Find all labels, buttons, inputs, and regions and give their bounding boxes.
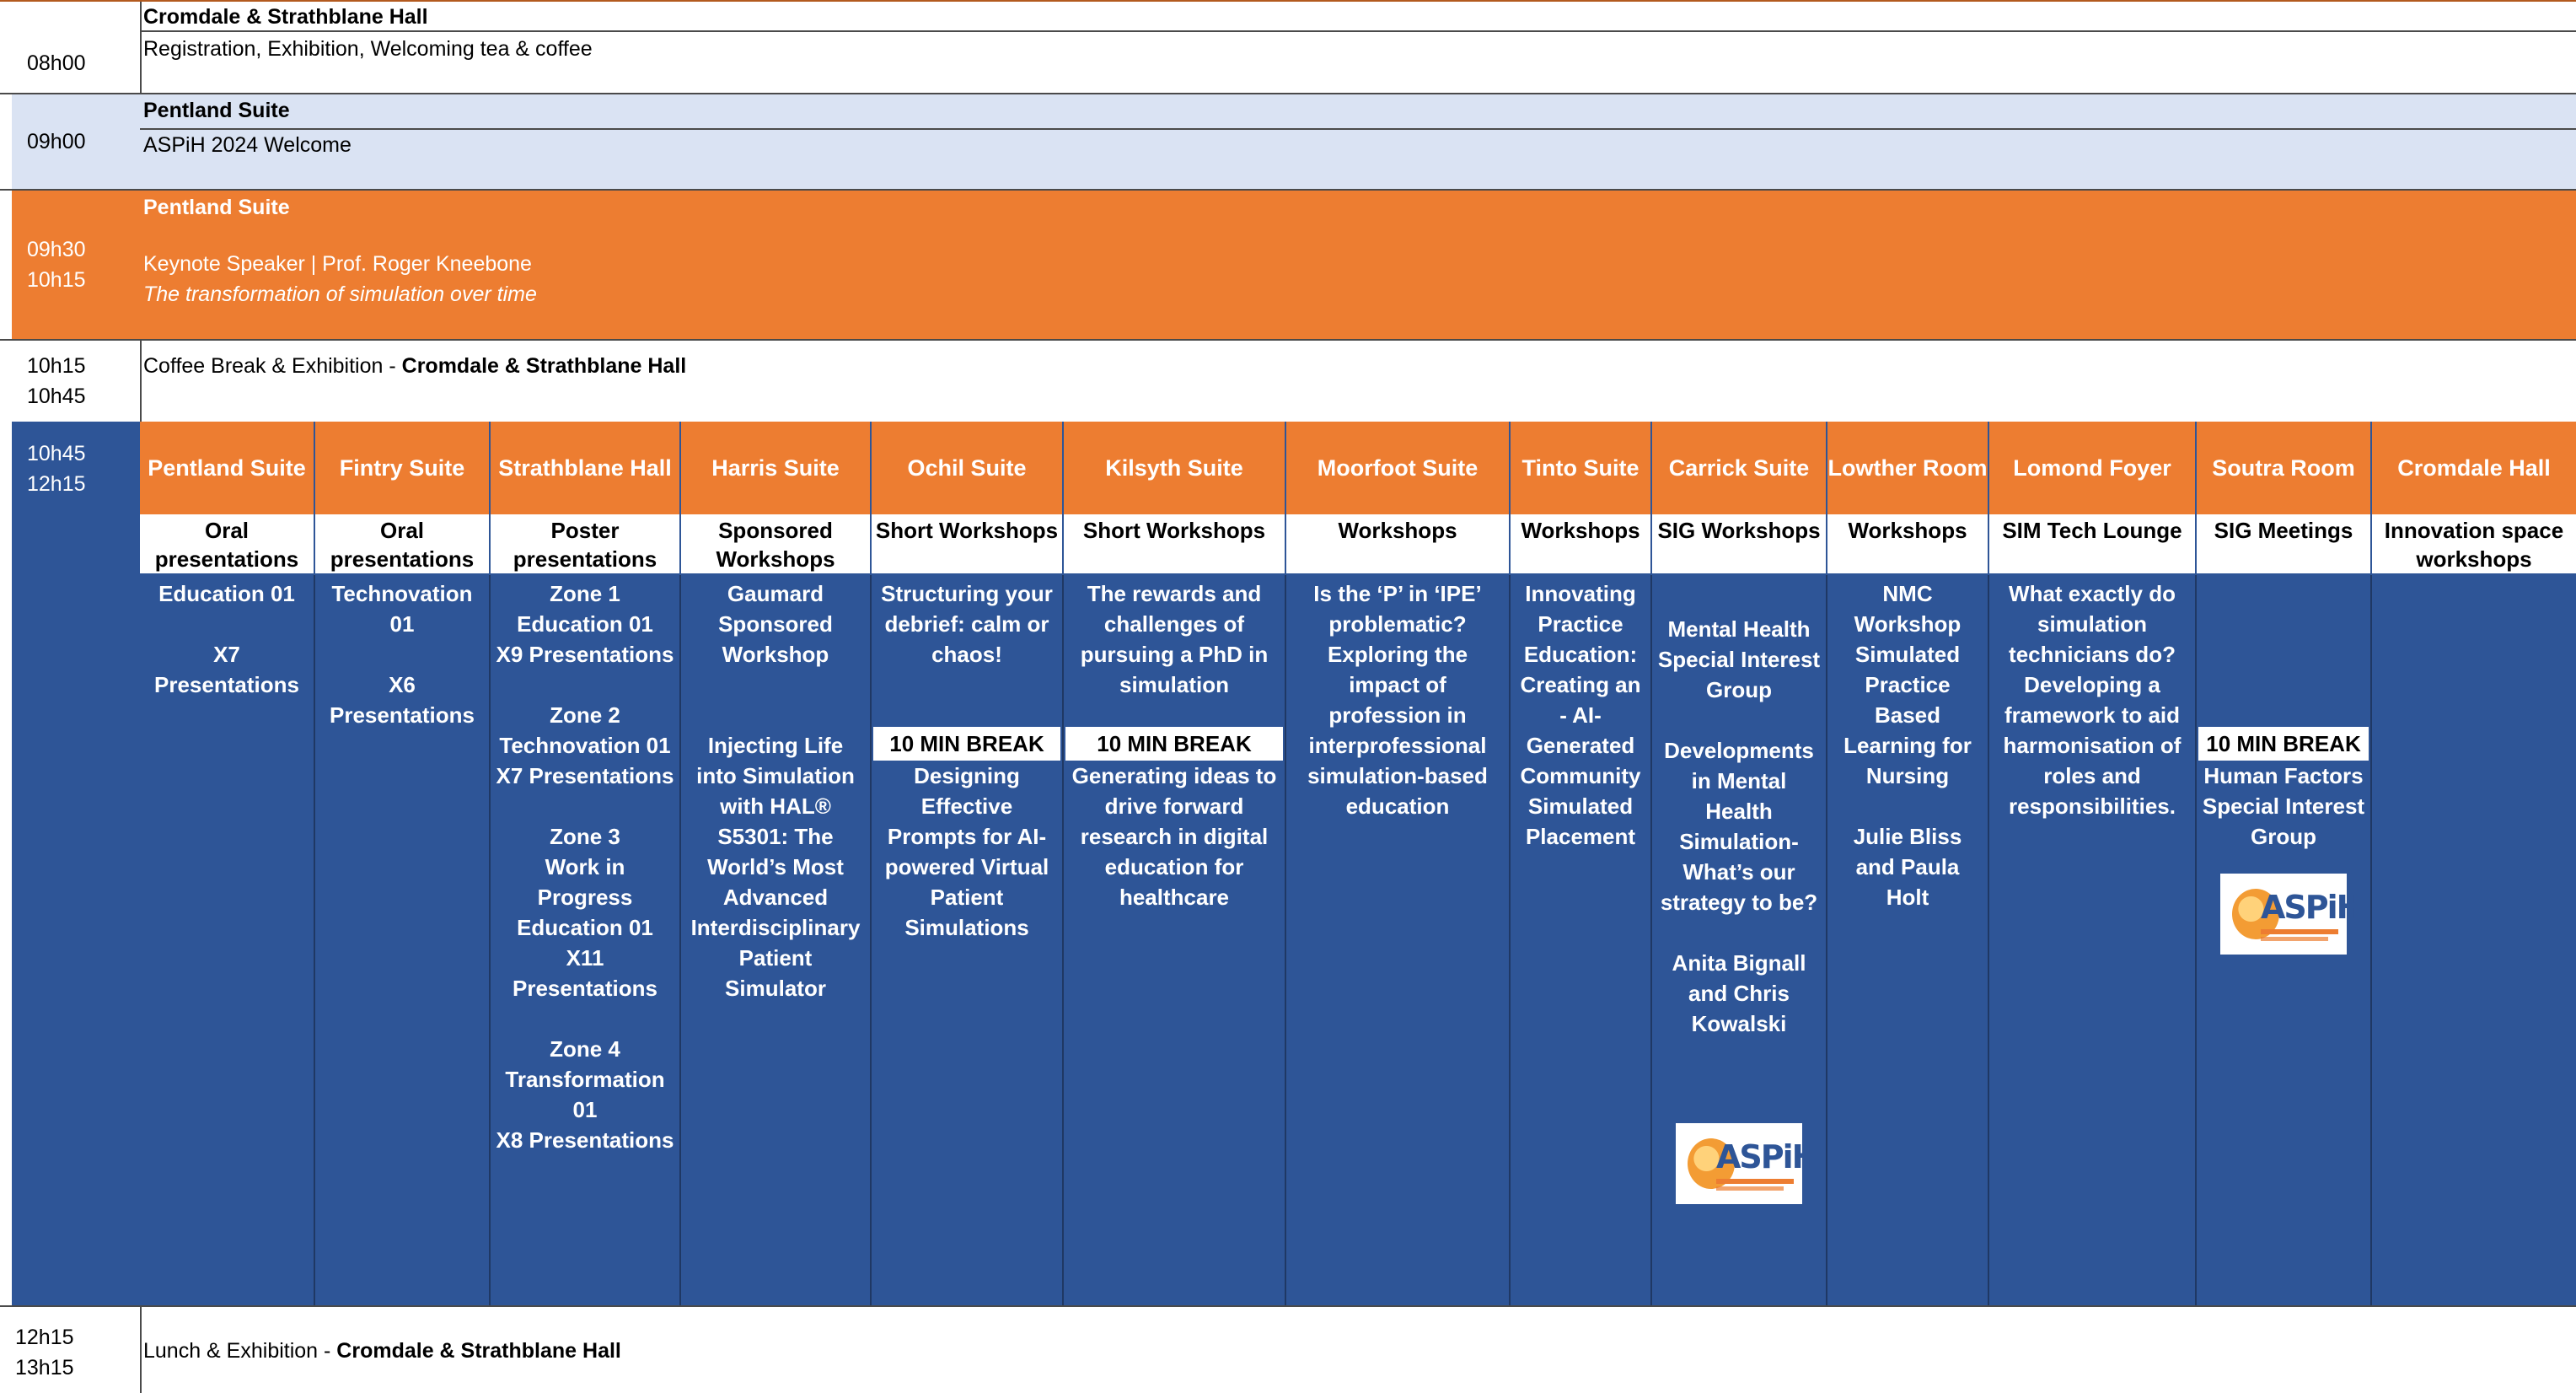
time-r5: 10h45 12h15 (12, 438, 140, 506)
session-type-soutra: SIG Meetings (2197, 514, 2372, 575)
time-r3: 09h30 10h15 (12, 191, 140, 339)
keynote-talk-title: The transformation of simulation over ti… (143, 282, 537, 306)
time-start: 09h30 (27, 238, 86, 261)
welcome-row-bg (12, 94, 2576, 189)
session-body-ochil: Structuring your debrief: calm or chaos!… (872, 575, 1064, 1305)
time-start: 10h15 (27, 354, 86, 378)
session-type-cromdale: Innovation space workshops (2372, 514, 2576, 575)
session-type-carrick: SIG Workshops (1652, 514, 1827, 575)
session-text-carrick: Mental Health Special Interest Group Dev… (1657, 616, 1821, 1036)
registration-venue: Cromdale & Strathblane Hall (143, 5, 428, 29)
session-type-lowther: Workshops (1827, 514, 1989, 575)
coffee-break-text: Coffee Break & Exhibition - Cromdale & S… (143, 351, 686, 381)
room-header-harris: Harris Suite (681, 422, 872, 514)
keynote-venue: Pentland Suite (143, 196, 290, 219)
session-body-kilsyth: The rewards and challenges of pursuing a… (1064, 575, 1286, 1305)
room-header-soutra: Soutra Room (2197, 422, 2372, 514)
room-header-strathblane: Strathblane Hall (491, 422, 681, 514)
time-end: 12h15 (27, 472, 86, 496)
room-header-pentland: Pentland Suite (140, 422, 315, 514)
row-divider (140, 30, 2576, 32)
time-r2: 09h00 (12, 94, 140, 189)
aspih-logo-icon: ASPiH (1676, 1123, 1818, 1204)
session-type-strathblane: Poster presentations (491, 514, 681, 575)
session-body-fintry: Technovation 01 X6 Presentations (315, 575, 491, 1305)
session-first-ochil: Structuring your debrief: calm or chaos! (881, 581, 1053, 667)
session-type-pentland: Oral presentations (140, 514, 315, 575)
time-start: 10h45 (27, 442, 86, 465)
session-type-tinto: Workshops (1511, 514, 1652, 575)
lunch-text: Lunch & Exhibition - Cromdale & Strathbl… (143, 1336, 621, 1366)
welcome-venue: Pentland Suite (143, 99, 290, 122)
aspih-logo-soutra: ASPiH (2202, 874, 2365, 955)
session-body-harris: Gaumard Sponsored Workshop Injecting Lif… (681, 575, 872, 1305)
session-body-soutra: 10 MIN BREAK Human Factors Special Inter… (2197, 575, 2372, 1305)
room-header-ochil: Ochil Suite (872, 422, 1064, 514)
session-type-ochil: Short Workshops (872, 514, 1064, 575)
keynote-speaker: Keynote Speaker | Prof. Roger Kneebone (143, 252, 532, 276)
session-body-strathblane: Zone 1 Education 01 X9 Presentations Zon… (491, 575, 681, 1305)
room-header-fintry: Fintry Suite (315, 422, 491, 514)
session-body-cromdale (2372, 575, 2576, 1305)
room-header-kilsyth: Kilsyth Suite (1064, 422, 1286, 514)
logo-wordmark: ASPiH (2261, 889, 2363, 926)
row-divider (0, 339, 2576, 341)
row-divider (140, 128, 2576, 130)
time-r4: 10h15 10h45 (12, 341, 140, 422)
time-r6: 12h15 13h15 (0, 1320, 128, 1385)
session-type-fintry: Oral presentations (315, 514, 491, 575)
session-type-lomond: SIM Tech Lounge (1989, 514, 2197, 575)
session-second-soutra: Human Factors Special Interest Group (2202, 763, 2365, 849)
room-header-moorfoot: Moorfoot Suite (1286, 422, 1511, 514)
aspih-logo-carrick: ASPiH (1657, 1093, 1821, 1204)
session-body-pentland: Education 01 X7 Presentations (140, 575, 315, 1305)
session-type-kilsyth: Short Workshops (1064, 514, 1286, 575)
break-box-soutra: 10 MIN BREAK (2198, 727, 2369, 761)
time-r1: 08h00 (12, 34, 140, 93)
lunch-venue: Cromdale & Strathblane Hall (336, 1339, 621, 1363)
programme-sheet: Cromdale & Strathblane Hall Registration… (0, 0, 2576, 1393)
break-box-ochil: 10 MIN BREAK (873, 727, 1060, 761)
room-header-cromdale: Cromdale Hall (2372, 422, 2576, 514)
session-first-kilsyth: The rewards and challenges of pursuing a… (1080, 581, 1269, 697)
time-end: 13h15 (15, 1356, 74, 1380)
time-end: 10h15 (27, 268, 86, 292)
session-type-harris: Sponsored Workshops (681, 514, 872, 575)
session-type-moorfoot: Workshops (1286, 514, 1511, 575)
coffee-break-venue: Cromdale & Strathblane Hall (401, 354, 687, 378)
session-body-moorfoot: Is the ‘P’ in ‘IPE’ problematic? Explori… (1286, 575, 1511, 1305)
time-start: 09h00 (27, 130, 86, 153)
session-body-carrick: Mental Health Special Interest Group Dev… (1652, 575, 1827, 1305)
session-second-kilsyth: Generating ideas to drive forward resear… (1071, 763, 1277, 910)
time-start: 08h00 (27, 51, 86, 75)
welcome-text: ASPiH 2024 Welcome (143, 133, 352, 157)
registration-text: Registration, Exhibition, Welcoming tea … (143, 37, 593, 61)
room-header-lomond: Lomond Foyer (1989, 422, 2197, 514)
logo-wordmark: ASPiH (1716, 1138, 1818, 1175)
room-header-tinto: Tinto Suite (1511, 422, 1652, 514)
room-header-lowther: Lowther Room (1827, 422, 1989, 514)
session-body-lowther: NMC Workshop Simulated Practice Based Le… (1827, 575, 1989, 1305)
aspih-logo-icon: ASPiH (2220, 874, 2363, 955)
time-start: 12h15 (15, 1326, 74, 1349)
coffee-break-label: Coffee Break & Exhibition - (143, 354, 402, 378)
session-second-ochil: Designing Effective Prompts for AI-power… (884, 763, 1049, 940)
row-divider (0, 1305, 2576, 1307)
session-body-tinto: Innovating Practice Education: Creating … (1511, 575, 1652, 1305)
room-header-carrick: Carrick Suite (1652, 422, 1827, 514)
break-box-kilsyth: 10 MIN BREAK (1065, 727, 1283, 761)
time-end: 10h45 (27, 385, 86, 408)
session-body-lomond: What exactly do simulation technicians d… (1989, 575, 2197, 1305)
lunch-label: Lunch & Exhibition - (143, 1339, 337, 1363)
